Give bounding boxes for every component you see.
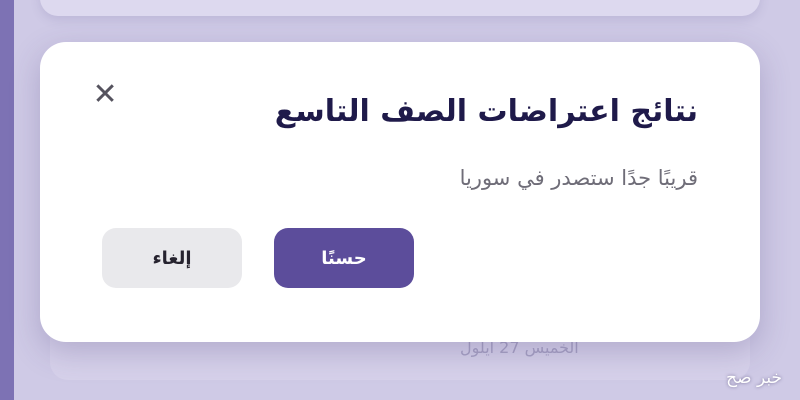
dialog-title: نتائج اعتراضات الصف التاسع (274, 94, 698, 129)
watermark-logo: خبر صح (726, 368, 782, 388)
results-dialog: ✕ نتائج اعتراضات الصف التاسع قريبًا جدًا… (40, 42, 760, 342)
close-icon: ✕ (92, 77, 118, 112)
ok-button[interactable]: حسنًا (274, 228, 414, 288)
background-side-stripe (0, 0, 14, 400)
cancel-button[interactable]: إلغاء (102, 228, 242, 288)
close-button[interactable]: ✕ (90, 80, 120, 110)
background-card (40, 0, 760, 16)
dialog-message: قريبًا جدًا ستصدر في سوريا (459, 166, 698, 190)
